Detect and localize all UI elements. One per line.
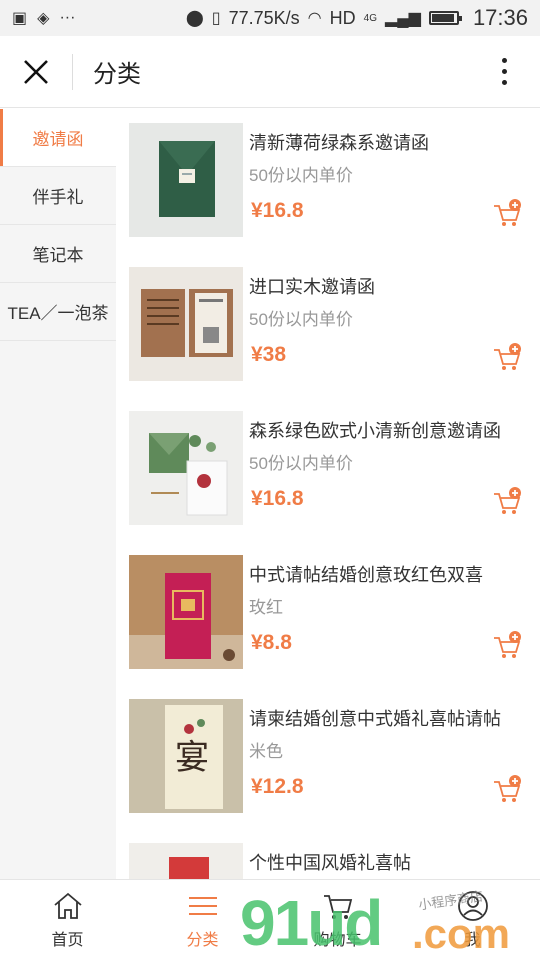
- menu-icon: [188, 897, 217, 915]
- home-icon: [53, 892, 82, 919]
- nav-home[interactable]: 首页: [0, 880, 135, 960]
- add-to-cart-icon[interactable]: [492, 775, 522, 805]
- sidebar-item-label: TEA／一泡茶: [7, 304, 109, 323]
- more-dot-icon: [501, 58, 507, 63]
- product-name[interactable]: 清新薄荷绿森系邀请函: [249, 129, 429, 155]
- sidebar-item-gift[interactable]: 伴手礼: [0, 167, 116, 225]
- product-price: ¥38: [251, 343, 287, 366]
- nav-home-label: 首页: [51, 932, 84, 949]
- product-desc: 玫红: [249, 598, 283, 617]
- product-desc: 50份以内单价: [249, 310, 353, 329]
- add-to-cart-icon[interactable]: [492, 631, 522, 661]
- header: 分类: [0, 36, 540, 108]
- sidebar-item-label: 邀请函: [32, 130, 84, 149]
- sidebar-item-tea[interactable]: TEA／一泡茶: [0, 283, 116, 341]
- product-image[interactable]: 宴: [129, 699, 243, 813]
- product-price: ¥16.8: [251, 199, 304, 222]
- header-divider: [72, 53, 73, 90]
- product-name[interactable]: 进口实木邀请函: [249, 273, 375, 299]
- product-image[interactable]: [129, 411, 243, 525]
- nav-category-label: 分类: [186, 932, 219, 949]
- close-button[interactable]: [0, 36, 72, 108]
- bottom-nav: 首页 分类 购物车 我: [0, 879, 540, 960]
- product-list: 清新薄荷绿森系邀请函 50份以内单价 ¥16.8 进口实木邀请函 50份以内单价…: [116, 109, 540, 879]
- image-icon: ▣: [12, 10, 28, 27]
- add-to-cart-icon[interactable]: [492, 487, 522, 517]
- add-to-cart-icon[interactable]: [492, 343, 522, 373]
- vibrate-icon: ▯: [211, 10, 221, 27]
- product-item[interactable]: 进口实木邀请函 50份以内单价 ¥38: [116, 253, 540, 397]
- close-icon: [24, 59, 48, 84]
- network-type: 4G: [363, 12, 377, 24]
- product-item[interactable]: 中式请帖结婚创意玫红色双喜 玫红 ¥8.8: [116, 541, 540, 685]
- product-desc: 50份以内单价: [249, 454, 353, 473]
- signal-icon: ▂▄▆: [384, 10, 421, 27]
- page-title: 分类: [93, 61, 141, 88]
- more-dot-icon: [501, 80, 507, 85]
- product-name[interactable]: 中式请帖结婚创意玫红色双喜: [249, 561, 483, 587]
- sidebar-item-label: 笔记本: [32, 246, 84, 265]
- product-image[interactable]: [129, 267, 243, 381]
- sidebar-item-invitation[interactable]: 邀请函: [0, 109, 116, 167]
- product-price: ¥8.8: [251, 631, 292, 654]
- location-icon: ⬤: [185, 10, 204, 27]
- product-item[interactable]: 清新薄荷绿森系邀请函 50份以内单价 ¥16.8: [116, 109, 540, 253]
- product-price: ¥16.8: [251, 487, 304, 510]
- more-menu-button[interactable]: [468, 36, 540, 108]
- product-desc: 米色: [249, 742, 283, 761]
- more-dot-icon: [501, 69, 507, 74]
- product-image[interactable]: [129, 555, 243, 669]
- hd-label: HD: [329, 7, 356, 28]
- nav-category[interactable]: 分类: [135, 880, 270, 960]
- apps-icon: ◈: [37, 10, 50, 27]
- cart-icon: [323, 895, 352, 919]
- product-name[interactable]: 森系绿色欧式小清新创意邀请函: [249, 417, 501, 443]
- product-image[interactable]: [129, 843, 243, 879]
- product-name[interactable]: 请柬结婚创意中式婚礼喜帖请帖: [249, 705, 501, 731]
- nav-cart[interactable]: 购物车: [270, 880, 405, 960]
- product-price: ¥12.8: [251, 775, 304, 798]
- sidebar-item-label: 伴手礼: [32, 188, 84, 207]
- product-image[interactable]: [129, 123, 243, 237]
- nav-cart-label: 购物车: [313, 932, 362, 949]
- status-time: 17:36: [472, 5, 528, 30]
- nav-me-label: 我: [464, 932, 481, 949]
- status-bar: ▣ ◈ ··· ⬤ ▯ 77.75K/s ◠ HD 4G ▂▄▆ 17:36: [0, 0, 540, 36]
- add-to-cart-icon[interactable]: [492, 199, 522, 229]
- category-sidebar: 邀请函 伴手礼 笔记本 TEA／一泡茶: [0, 109, 116, 879]
- wifi-icon: ◠: [307, 10, 322, 27]
- nav-me[interactable]: 我: [405, 880, 540, 960]
- product-item[interactable]: 个性中国风婚礼喜帖: [116, 829, 540, 879]
- sidebar-item-notebook[interactable]: 笔记本: [0, 225, 116, 283]
- network-speed: 77.75K/s: [228, 7, 300, 28]
- more-notifications-icon: ···: [59, 9, 76, 26]
- battery-icon: [428, 11, 462, 25]
- product-item[interactable]: 森系绿色欧式小清新创意邀请函 50份以内单价 ¥16.8: [116, 397, 540, 541]
- product-desc: 50份以内单价: [249, 166, 353, 185]
- product-item[interactable]: 宴 请柬结婚创意中式婚礼喜帖请帖 米色 ¥12.8: [116, 685, 540, 829]
- user-icon: [457, 891, 488, 921]
- svg-text:宴: 宴: [175, 738, 209, 778]
- product-name[interactable]: 个性中国风婚礼喜帖: [249, 849, 411, 875]
